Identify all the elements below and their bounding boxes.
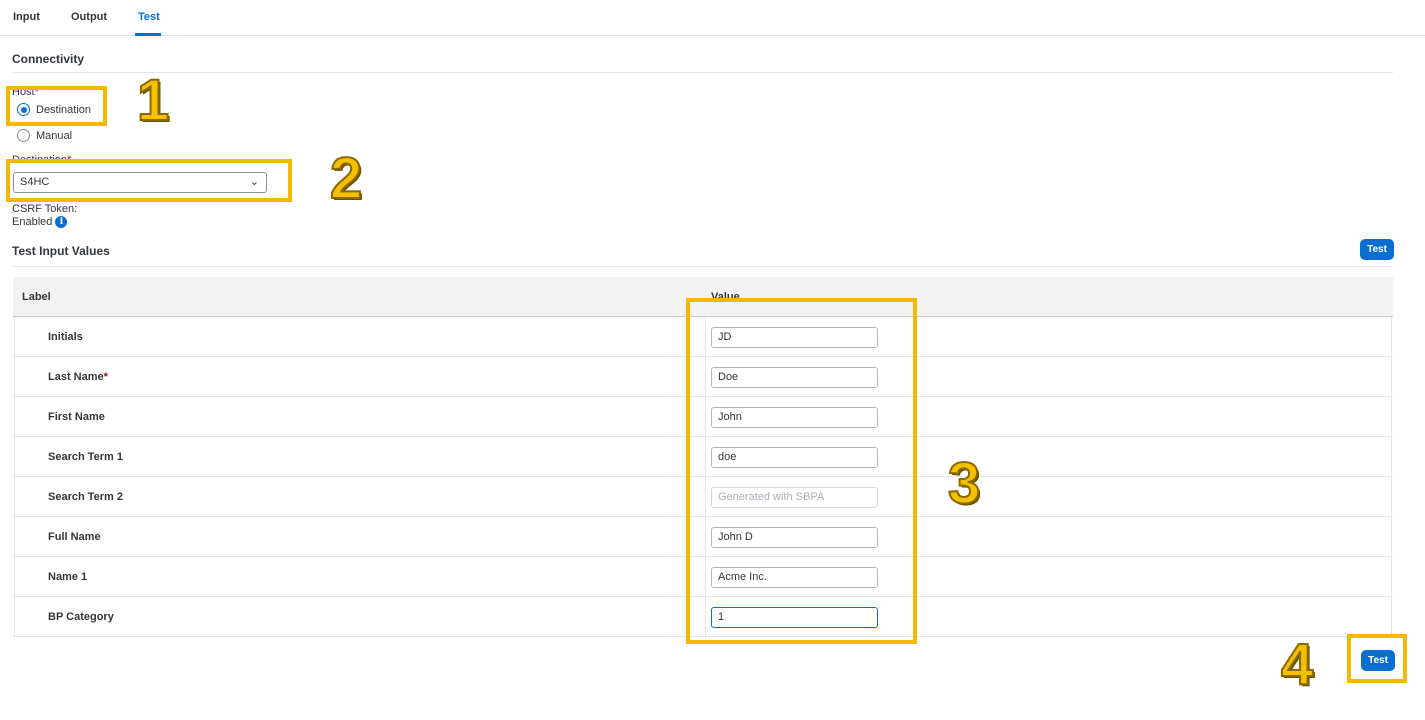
test-button-bottom[interactable]: Test [1361, 650, 1395, 671]
name-1-input[interactable]: Acme Inc. [711, 567, 878, 588]
bp-category-input[interactable]: 1 [711, 607, 878, 628]
table-row: BP Category 1 [13, 597, 1393, 637]
csrf-token-value: Enabled [12, 216, 53, 228]
row-label: BP Category [48, 611, 114, 623]
row-label-text: First Name [48, 411, 105, 423]
info-icon[interactable]: i [55, 216, 68, 229]
test-input-divider [12, 266, 1393, 267]
host-label-text: Host [12, 86, 35, 98]
radio-selected-icon[interactable] [17, 103, 30, 116]
search-term-1-input[interactable]: doe [711, 447, 878, 468]
destination-select[interactable]: S4HC ⌄ [13, 172, 267, 193]
test-button-top[interactable]: Test [1360, 239, 1394, 260]
host-label: Host* [12, 86, 39, 98]
tab-bar: Input Output Test [0, 0, 1425, 36]
table-row: Initials JD [13, 317, 1393, 357]
tab-test[interactable]: Test [138, 11, 160, 23]
first-name-input[interactable]: John [711, 407, 878, 428]
destination-required-marker: * [67, 154, 72, 166]
table-row: Name 1 Acme Inc. [13, 557, 1393, 597]
row-label-text: Search Term 2 [48, 491, 124, 503]
destination-select-value: S4HC [20, 176, 50, 188]
row-label: Initials [48, 331, 83, 343]
table-header: Label Value [13, 277, 1393, 317]
connectivity-title: Connectivity [12, 52, 85, 66]
row-label: Search Term 1 [48, 451, 123, 463]
row-label-text: BP Category [48, 611, 114, 623]
table-left-border [14, 317, 15, 637]
row-label: First Name [48, 411, 105, 423]
test-input-table: Label Value Initials JD Last Name* Doe F… [13, 277, 1393, 637]
row-label: Name 1 [48, 571, 87, 583]
active-tab-indicator [135, 33, 161, 36]
column-header-label: Label [22, 291, 51, 303]
column-header-value: Value [711, 291, 740, 303]
callout-number-3: 3 [947, 451, 981, 516]
table-column-divider [705, 317, 706, 637]
callout-number-1: 1 [136, 68, 170, 133]
initials-input[interactable]: JD [711, 327, 878, 348]
connectivity-divider [12, 72, 1393, 73]
row-label: Full Name [48, 531, 101, 543]
row-label-text: Full Name [48, 531, 101, 543]
csrf-token-label: CSRF Token: [12, 203, 78, 215]
row-label-text: Name 1 [48, 571, 88, 583]
table-right-border [1391, 317, 1392, 637]
table-row: First Name John [13, 397, 1393, 437]
tab-output[interactable]: Output [71, 11, 107, 23]
search-term-2-input[interactable]: Generated with SBPA [711, 487, 878, 508]
table-row: Search Term 1 doe [13, 437, 1393, 477]
callout-number-2: 2 [329, 146, 363, 211]
table-body: Initials JD Last Name* Doe First Name Jo… [13, 317, 1393, 637]
destination-label-text: Destination [12, 154, 68, 166]
required-marker: * [103, 371, 108, 383]
row-label: Last Name* [48, 371, 108, 383]
host-option-destination[interactable]: Destination [17, 103, 91, 116]
table-row: Search Term 2 Generated with SBPA [13, 477, 1393, 517]
test-input-values-title: Test Input Values [12, 244, 110, 258]
row-label: Search Term 2 [48, 491, 123, 503]
callout-number-4: 4 [1280, 632, 1314, 697]
csrf-token-status: Enabled i [12, 216, 68, 229]
full-name-input[interactable]: John D [711, 527, 878, 548]
table-row: Last Name* Doe [13, 357, 1393, 397]
chevron-down-icon: ⌄ [249, 176, 259, 188]
host-option-destination-label: Destination [36, 103, 92, 116]
host-option-manual[interactable]: Manual [17, 129, 72, 142]
row-label-text: Initials [48, 331, 83, 343]
row-label-text: Search Term 1 [48, 451, 124, 463]
table-row: Full Name John D [13, 517, 1393, 557]
host-required-marker: * [34, 86, 39, 98]
row-label-text: Last Name [48, 371, 104, 383]
tab-input[interactable]: Input [13, 11, 40, 23]
last-name-input[interactable]: Doe [711, 367, 878, 388]
host-option-manual-label: Manual [36, 129, 73, 142]
radio-unselected-icon[interactable] [17, 129, 30, 142]
destination-label: Destination* [12, 154, 71, 166]
